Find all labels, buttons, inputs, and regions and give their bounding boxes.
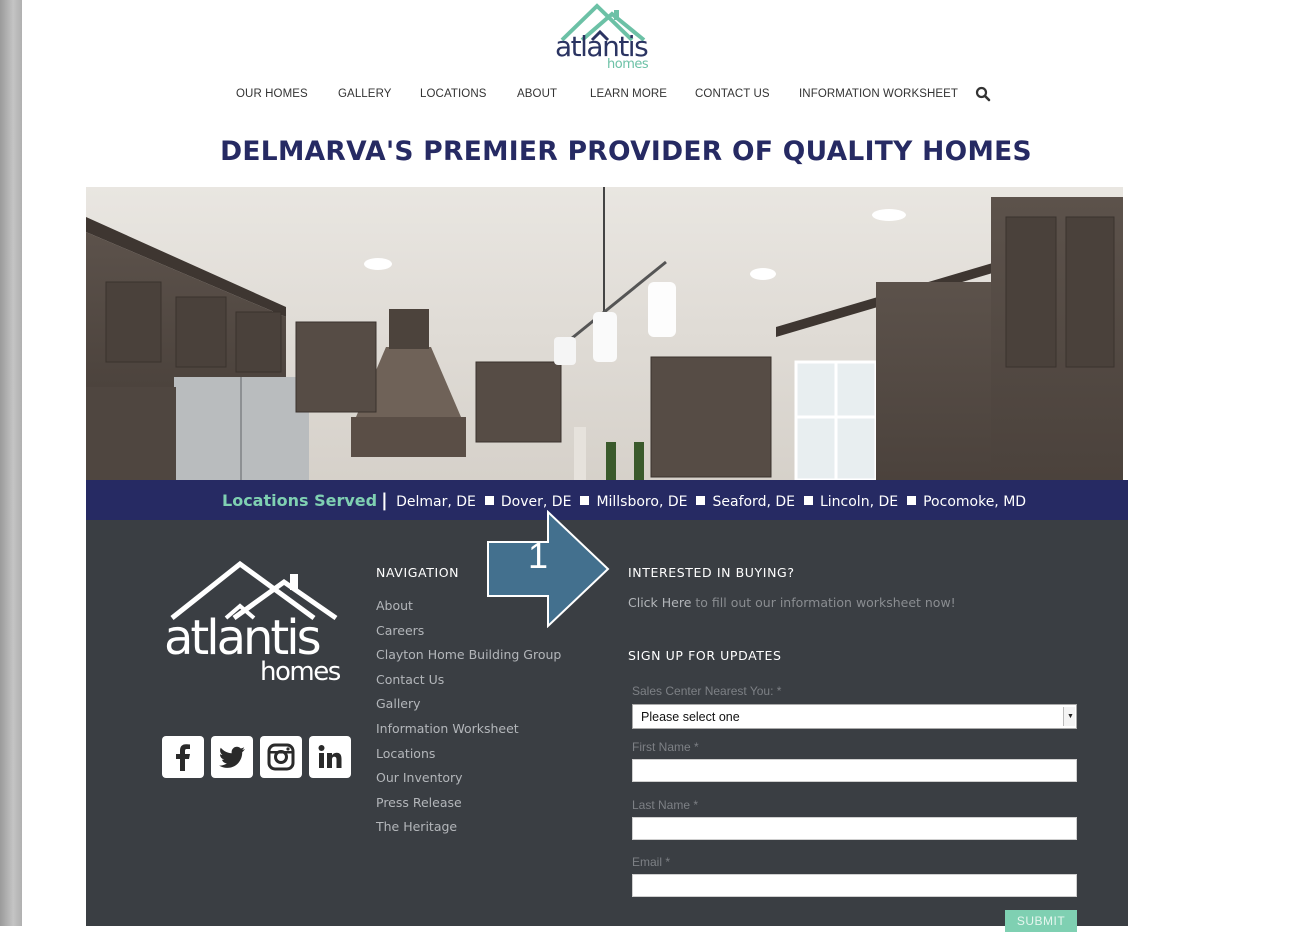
square-bullet-icon [907,496,917,505]
nav-locations[interactable]: LOCATIONS [420,88,487,100]
site-footer: atlantis homes NAVIGATION About Careers … [86,509,1128,932]
nav-gallery[interactable]: GALLERY [338,88,392,100]
last-name-label: Last Name * [632,798,699,812]
footer-link-our-inventory[interactable]: Our Inventory [376,770,561,795]
buy-text-rest: to fill out our information worksheet no… [691,595,956,610]
last-name-field[interactable] [632,817,1077,840]
signup-title: SIGN UP FOR UPDATES [628,648,782,663]
click-here-link[interactable]: Click Here [628,595,691,610]
site-logo[interactable]: atlantis homes [552,2,662,74]
footer-nav-list: About Careers Clayton Home Building Grou… [376,598,561,844]
right-arrow-icon [487,509,610,629]
footer-link-locations[interactable]: Locations [376,746,561,771]
annotation-arrow: 1 [486,509,614,629]
footer-link-clayton[interactable]: Clayton Home Building Group [376,647,561,672]
square-bullet-icon [696,496,706,505]
first-name-field[interactable] [632,759,1077,782]
location-item: Millsboro, DE [596,494,688,510]
linkedin-icon[interactable] [309,736,351,778]
buy-text: Click Here to fill out our information w… [628,595,956,610]
location-item: Lincoln, DE [819,494,899,510]
nav-our-homes[interactable]: OUR HOMES [236,88,308,100]
interested-in-buying-title: INTERESTED IN BUYING? [628,565,795,580]
locations-separator: | [381,490,388,511]
nav-about[interactable]: ABOUT [517,88,557,100]
nav-learn-more[interactable]: LEARN MORE [590,88,667,100]
submit-button[interactable]: SUBMIT [1005,910,1077,932]
hero-kitchen-image [86,187,1123,480]
location-item: Pocomoke, MD [923,494,1027,510]
nav-contact-us[interactable]: CONTACT US [695,88,770,100]
chevron-down-icon[interactable]: ▼ [1063,707,1075,726]
sales-center-value: Please select one [641,710,740,724]
footer-link-information-worksheet[interactable]: Information Worksheet [376,721,561,746]
annotation-number: 1 [528,535,549,576]
footer-logo[interactable]: atlantis homes [164,560,354,695]
sales-center-select[interactable]: Please select one ▼ [632,704,1077,729]
search-icon[interactable] [975,86,991,102]
logo-sub: homes [607,57,649,72]
footer-logo-sub: homes [260,657,341,687]
location-item: Dover, DE [500,494,572,510]
main-nav: OUR HOMES GALLERY LOCATIONS ABOUT LEARN … [22,86,1302,104]
first-name-label: First Name * [632,740,699,754]
footer-link-the-heritage[interactable]: The Heritage [376,819,561,844]
location-item: Seaford, DE [712,494,795,510]
nav-information-worksheet[interactable]: INFORMATION WORKSHEET [799,88,958,100]
locations-label: Locations Served [222,491,378,510]
square-bullet-icon [803,496,813,505]
page: atlantis homes OUR HOMES GALLERY LOCATIO… [22,0,1302,932]
footer-link-gallery[interactable]: Gallery [376,696,561,721]
email-label: Email * [632,855,671,869]
page-headline: DELMARVA'S PREMIER PROVIDER OF QUALITY H… [220,136,1032,167]
sales-center-label: Sales Center Nearest You: * [632,684,782,698]
square-bullet-icon [580,496,590,505]
square-bullet-icon [484,496,494,505]
facebook-icon[interactable] [162,736,204,778]
twitter-icon[interactable] [211,736,253,778]
window-left-edge [0,0,22,926]
footer-link-contact-us[interactable]: Contact Us [376,672,561,697]
location-item: Delmar, DE [396,494,476,510]
footer-nav-title: NAVIGATION [376,565,460,580]
footer-link-press-release[interactable]: Press Release [376,795,561,820]
instagram-icon[interactable] [260,736,302,778]
email-field[interactable] [632,874,1077,897]
